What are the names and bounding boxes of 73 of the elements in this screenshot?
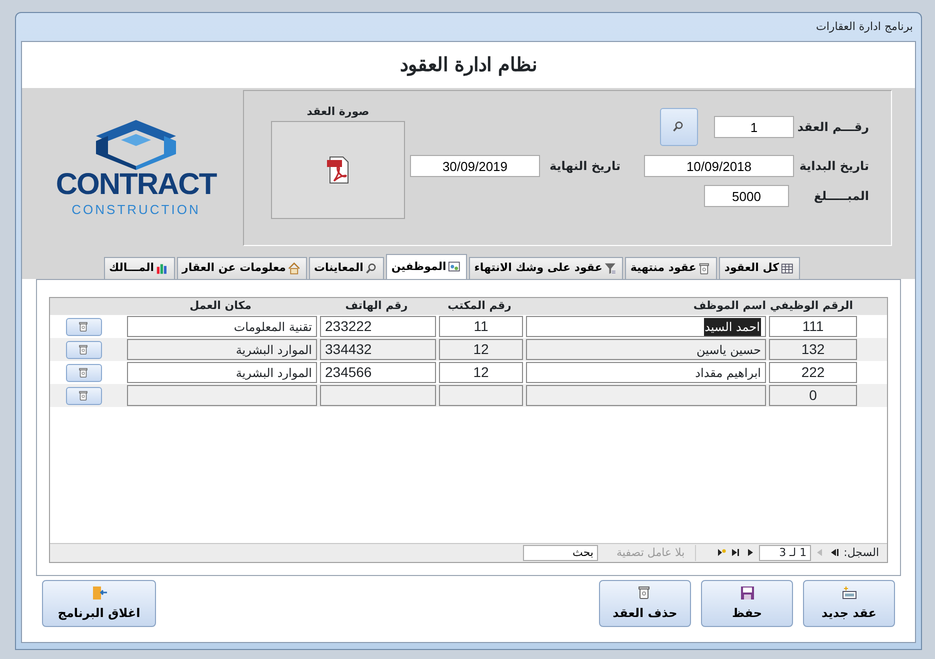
table-cell: تقنية المعلومات — [127, 316, 317, 337]
window-title: برنامج ادارة العقارات — [815, 19, 914, 35]
text-field[interactable]: 10/09/2018 — [644, 155, 794, 177]
table-cell: 111 — [769, 316, 857, 337]
action-button[interactable]: اغلاق البرنامج — [42, 580, 156, 627]
search-field[interactable]: بحث — [522, 545, 598, 561]
people-icon — [448, 260, 462, 274]
bin-icon — [78, 390, 90, 402]
form-title: نظام ادارة العقود — [400, 52, 538, 78]
table-cell: 132 — [769, 339, 857, 360]
table-cell: 12 — [439, 339, 523, 360]
table-icon — [781, 262, 795, 276]
field-label: تاريخ البداية — [798, 158, 869, 175]
pdf-file-icon — [326, 154, 350, 184]
bin-icon — [78, 320, 90, 332]
delete-row-button[interactable] — [66, 340, 102, 358]
previous-record-icon — [816, 548, 825, 558]
first-record-button[interactable] — [830, 548, 839, 558]
record-position-field[interactable]: 1 لـ 3 — [758, 545, 811, 561]
field-label: تاريخ النهاية — [548, 158, 622, 175]
last-record-button[interactable] — [730, 548, 740, 558]
delete-row-button[interactable] — [66, 364, 102, 382]
new-record-button[interactable] — [716, 548, 726, 558]
delete-row-button[interactable] — [66, 386, 102, 404]
filter-status: بلا عامل تصفية — [616, 544, 696, 562]
record-label: السجل: — [844, 544, 879, 561]
image-label: صورة العقد — [306, 104, 370, 120]
table-cell: 11 — [439, 316, 523, 337]
table-cell: الموارد البشرية — [127, 339, 317, 360]
exit-door-icon — [91, 585, 107, 601]
table-cell: 234566 — [320, 362, 436, 383]
table-cell: 334432 — [320, 339, 436, 360]
column-header: رقم الهاتف — [344, 298, 409, 314]
table-cell: 233222 — [320, 316, 436, 337]
tab[interactable]: كل العقود — [719, 257, 800, 279]
text-field[interactable]: 30/09/2019 — [410, 155, 540, 177]
tab[interactable]: المـــالك — [104, 257, 176, 279]
new-record-icon — [841, 585, 857, 601]
tab[interactable]: عقود منتهية — [625, 257, 718, 279]
table-cell: احمد السيد — [526, 316, 766, 337]
table-cell: ابراهيم مقداد — [526, 362, 766, 383]
tab[interactable]: عقود على وشك الانتهاء — [469, 257, 624, 279]
tab[interactable]: معلومات عن العقار — [177, 257, 307, 279]
house-icon — [288, 262, 302, 276]
search-button[interactable] — [660, 108, 698, 146]
tab[interactable]: المعاينات — [308, 257, 384, 279]
new-record-icon — [716, 548, 726, 558]
filter-icon — [604, 262, 618, 276]
column-header: مكان العمل — [188, 298, 252, 314]
action-button[interactable]: عقد جديد — [803, 580, 895, 627]
bin-icon — [78, 344, 90, 356]
field-label: المبـــــلغ — [812, 188, 869, 205]
delete-row-button[interactable] — [66, 318, 102, 336]
text-field[interactable]: 1 — [714, 116, 794, 138]
column-header: اسم الموظف — [692, 298, 766, 314]
action-button[interactable]: حفظ — [701, 580, 793, 627]
first-record-icon — [830, 548, 839, 558]
table-cell: 12 — [439, 362, 523, 383]
logo-tagline: CONSTRUCTION — [72, 201, 200, 219]
save-icon — [739, 585, 755, 601]
table-cell: 0 — [769, 385, 857, 406]
text-field[interactable]: 5000 — [704, 185, 789, 207]
bin-icon — [78, 366, 90, 378]
table-cell: حسين ياسين — [526, 339, 766, 360]
logo-name: CONTRACT — [56, 170, 216, 200]
table-cell: 222 — [769, 362, 857, 383]
action-button[interactable]: حذف العقد — [599, 580, 691, 627]
table-cell: الموارد البشرية — [127, 362, 317, 383]
tab[interactable]: الموظفين — [386, 254, 468, 279]
field-label: رقـــم العقد — [796, 119, 869, 136]
column-header: رقم المكتب — [446, 298, 512, 314]
column-header: الرقم الوظيفي — [768, 298, 854, 314]
last-record-icon — [730, 548, 740, 558]
